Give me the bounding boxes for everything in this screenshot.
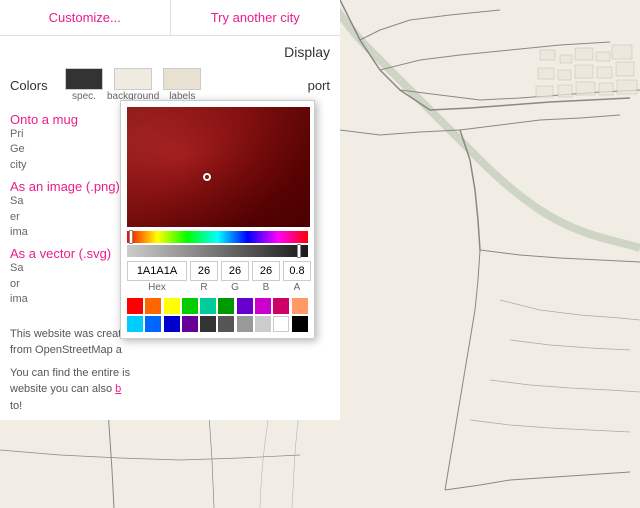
preset-pink[interactable]	[273, 298, 289, 314]
preset-gray[interactable]	[237, 316, 253, 332]
swatch-labels-box[interactable]	[163, 68, 201, 90]
preset-darkgray2[interactable]	[218, 316, 234, 332]
about-text-4: website you can also b	[10, 383, 121, 395]
about-text-2: from OpenStreetMap a	[10, 344, 122, 356]
preset-red[interactable]	[127, 298, 143, 314]
customize-tab[interactable]: Customize...	[0, 0, 171, 35]
b-label: B	[263, 282, 270, 293]
swatch-background: background	[107, 68, 159, 102]
display-header: Display	[0, 36, 340, 64]
preset-lightgray[interactable]	[255, 316, 271, 332]
about-text-1: This website was create	[10, 328, 127, 340]
hue-slider[interactable]	[127, 231, 308, 243]
about-link-2[interactable]: b	[115, 383, 121, 395]
preset-teal[interactable]	[200, 298, 216, 314]
r-input[interactable]	[190, 261, 218, 281]
swatch-background-box[interactable]	[114, 68, 152, 90]
alpha-slider[interactable]	[127, 245, 308, 257]
g-input-group: G	[221, 261, 249, 293]
preset-indigo[interactable]	[164, 316, 180, 332]
preset-black[interactable]	[292, 316, 308, 332]
b-input-group: B	[252, 261, 280, 293]
swatch-labels: labels	[163, 68, 201, 102]
alpha-slider-container	[127, 245, 308, 257]
preset-darkgray1[interactable]	[200, 316, 216, 332]
alpha-handle	[297, 244, 301, 258]
hue-handle	[129, 230, 133, 244]
b-input[interactable]	[252, 261, 280, 281]
preset-white[interactable]	[273, 316, 289, 332]
color-picker-popup: Hex R G B A	[120, 100, 315, 339]
about-text-3: You can find the entire is	[10, 367, 130, 379]
preset-purple[interactable]	[237, 298, 253, 314]
preset-orange[interactable]	[145, 298, 161, 314]
preset-swatches	[127, 298, 308, 332]
swatch-spec-box[interactable]	[65, 68, 103, 90]
gradient-area[interactable]	[127, 107, 310, 227]
swatch-spec: spec.	[65, 68, 103, 102]
hex-label: Hex	[148, 282, 166, 293]
g-label: G	[231, 282, 239, 293]
about-text-2-block: You can find the entire is website you c…	[10, 365, 330, 415]
hex-input-group: Hex	[127, 261, 187, 293]
preset-green[interactable]	[182, 298, 198, 314]
about-text-5: to!	[10, 400, 22, 412]
a-input[interactable]	[283, 261, 311, 281]
picker-cursor	[203, 173, 211, 181]
preset-violet[interactable]	[182, 316, 198, 332]
preset-magenta[interactable]	[255, 298, 271, 314]
color-swatch-group: spec. background labels	[65, 68, 201, 102]
try-another-city-tab[interactable]: Try another city	[171, 0, 341, 35]
preset-peach[interactable]	[292, 298, 308, 314]
preset-yellow[interactable]	[164, 298, 180, 314]
gradient-overlay	[127, 107, 310, 227]
top-nav: Customize... Try another city	[0, 0, 340, 36]
r-input-group: R	[190, 261, 218, 293]
hue-slider-container	[127, 231, 308, 243]
colors-label: Colors	[10, 78, 55, 93]
hex-input[interactable]	[127, 261, 187, 281]
r-label: R	[200, 282, 207, 293]
preset-blue[interactable]	[145, 316, 161, 332]
preset-cyan[interactable]	[127, 316, 143, 332]
export-port-label: port	[308, 78, 330, 93]
a-label: A	[294, 282, 301, 293]
a-input-group: A	[283, 261, 311, 293]
swatch-spec-label: spec.	[72, 91, 96, 102]
preset-darkgreen[interactable]	[218, 298, 234, 314]
g-input[interactable]	[221, 261, 249, 281]
rgba-inputs: Hex R G B A	[127, 261, 308, 293]
